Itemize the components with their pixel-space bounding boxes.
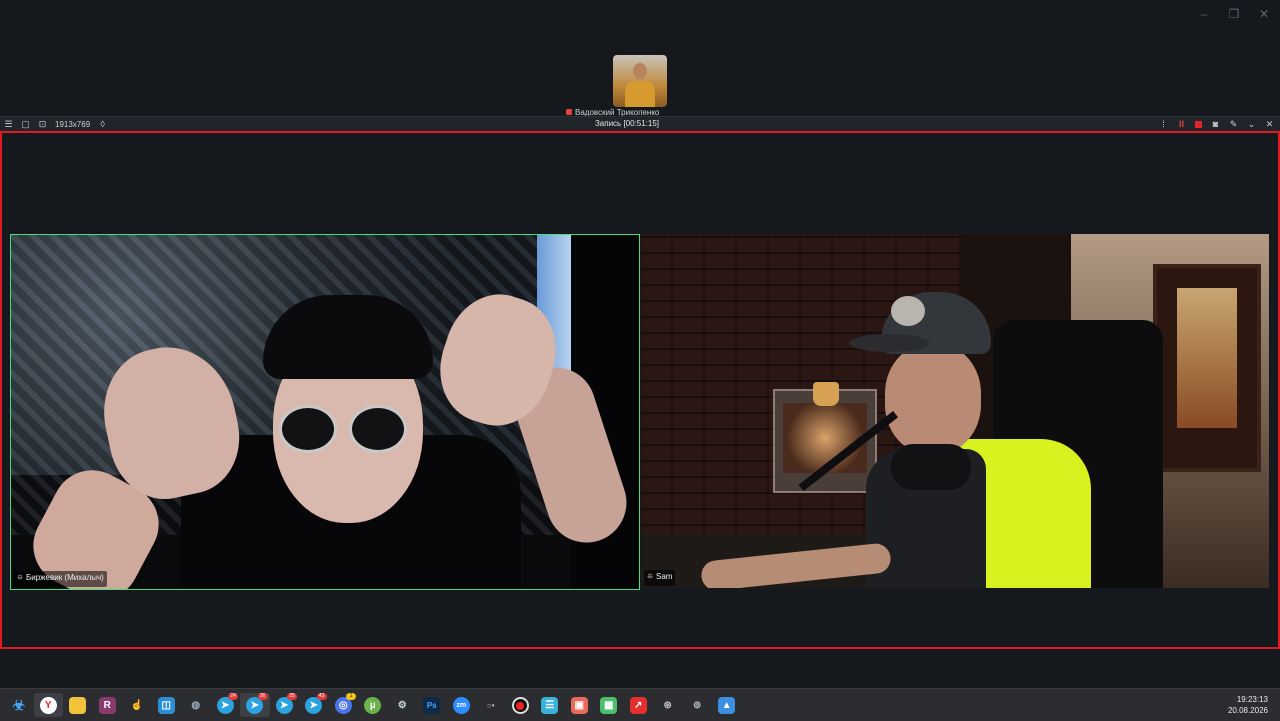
mic-muted-icon <box>566 109 572 115</box>
grid-app-icon[interactable]: ▦ <box>594 693 624 717</box>
photoshop-icon[interactable]: Ps <box>417 693 447 717</box>
steam-icon[interactable]: ⚙ <box>388 693 418 717</box>
participant-name-tag: ⯐ Биржевик (Михалыч) <box>14 571 107 587</box>
zoom-icon[interactable]: zm <box>447 693 477 717</box>
record-icon[interactable] <box>506 693 536 717</box>
utorrent-icon[interactable]: µ <box>358 693 388 717</box>
telegram-icon[interactable]: ➤ 25 <box>270 693 300 717</box>
pause-icon[interactable]: II <box>1177 120 1186 129</box>
restore-button[interactable]: ❐ <box>1226 6 1242 22</box>
yandex-browser-icon[interactable]: Y <box>33 693 63 717</box>
file-explorer-icon[interactable] <box>63 693 93 717</box>
recording-title: Запись [00:51:15] <box>594 119 660 128</box>
obs-icon[interactable]: ○• <box>476 693 506 717</box>
microphone <box>891 444 971 490</box>
clock-date: 20.08.2026 <box>1227 706 1268 715</box>
participant-thumbnail[interactable] <box>613 55 667 107</box>
winrar-icon[interactable]: R <box>93 693 123 717</box>
video-tile-left[interactable]: ⯐ Биржевик (Михалыч) <box>10 234 640 590</box>
collapse-icon[interactable]: ⌄ <box>1247 120 1256 129</box>
camera-icon[interactable]: ◙ <box>1211 120 1220 129</box>
recorder-toolbar: ☰ ▢ ⊡ 1913x769 ◊ Запись [00:51:15] ⁞ II … <box>0 116 1280 132</box>
participant-name-tag: ⯐ Sam <box>644 570 676 586</box>
taskbar: ☣ Y R ☝ ◫ ◍ ➤ 24 ➤ 26 ➤ 25 ➤ 43 ◎ 1 µ ⚙ Ps zm… <box>0 688 1280 721</box>
telegram-icon[interactable]: ➤ 24 <box>211 693 241 717</box>
arrow-app-icon[interactable]: ↗ <box>624 693 654 717</box>
video-tile-right[interactable]: ⯐ Sam <box>641 234 1269 588</box>
notes-app-icon[interactable]: ☰ <box>535 693 565 717</box>
recorder-app-icon[interactable]: ⊛ <box>653 693 683 717</box>
avatar <box>633 63 647 79</box>
app-blue-icon[interactable]: ◫ <box>152 693 182 717</box>
globe-app-icon[interactable]: ◍ <box>181 693 211 717</box>
start-biohazard-icon[interactable]: ☣ <box>4 693 34 717</box>
pin-icon: ⯐ <box>17 573 23 582</box>
system-clock[interactable]: 19:23:13 20.08.2026 <box>1228 694 1268 716</box>
stop-icon[interactable] <box>1195 121 1202 128</box>
image-viewer-icon[interactable]: ▲ <box>712 693 742 717</box>
pin-icon: ⯐ <box>647 572 653 581</box>
close-button[interactable]: ✕ <box>1256 6 1272 22</box>
telegram-icon[interactable]: ➤ 43 <box>299 693 329 717</box>
window-controls: – ❐ ✕ <box>1196 6 1272 22</box>
close-recorder-icon[interactable]: ✕ <box>1265 120 1274 129</box>
thumbnail-label: Вадовский Трикопенко <box>566 108 676 116</box>
level-meter-icon: ⁞ <box>1162 119 1165 129</box>
sync-app-icon[interactable]: ◎ 1 <box>329 693 359 717</box>
telegram-icon[interactable]: ➤ 26 <box>240 693 270 717</box>
paint-app-icon[interactable]: ▣ <box>565 693 595 717</box>
clock-time: 19:23:13 <box>1236 695 1268 704</box>
minimize-button[interactable]: – <box>1196 6 1212 22</box>
settings-app-icon[interactable]: ⊚ <box>683 693 713 717</box>
mouse-pointer-app-icon[interactable]: ☝ <box>122 693 152 717</box>
pen-icon[interactable]: ✎ <box>1229 120 1238 129</box>
